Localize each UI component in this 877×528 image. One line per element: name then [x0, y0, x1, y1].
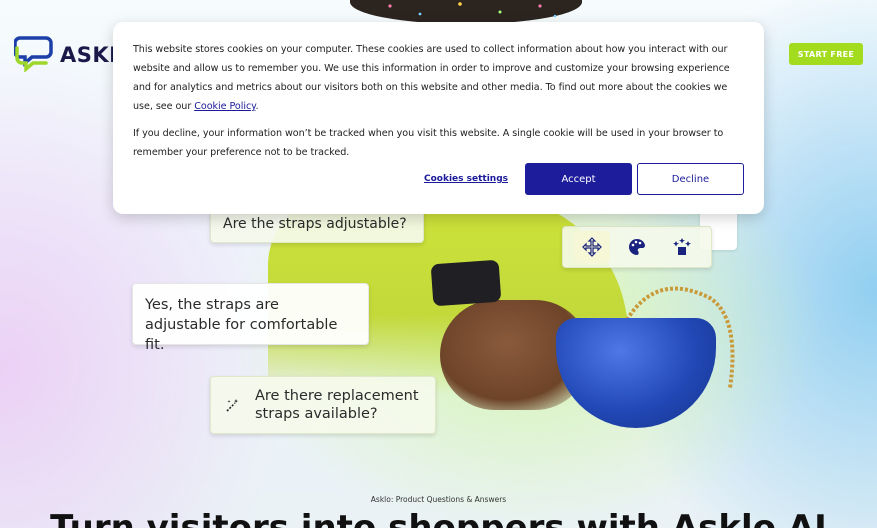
move-icon[interactable] — [573, 231, 610, 263]
suggested-question-line2: straps available? — [255, 406, 378, 422]
cookies-settings-link[interactable]: Cookies settings — [424, 174, 508, 184]
cookie-consent-dialog: This website stores cookies on your comp… — [113, 22, 764, 214]
answer-bubble: Yes, the straps are adjustable for comfo… — [132, 283, 369, 353]
hair-sparkles-decoration — [388, 2, 557, 18]
suggested-question-line1: Are there replacement — [255, 388, 419, 404]
cookie-actions: Cookies settings Accept Decline — [424, 163, 744, 195]
cookie-policy-link[interactable]: Cookie Policy — [194, 101, 255, 112]
cookie-description: This website stores cookies on your comp… — [133, 40, 744, 116]
start-free-button[interactable]: START FREE — [789, 43, 863, 65]
cookie-decline-info: If you decline, your information won’t b… — [133, 128, 724, 158]
suggested-question-bubble: Are there replacement straps available? — [210, 376, 436, 434]
section-subtitle: Asklo: Product Questions & Answers — [370, 495, 507, 504]
editing-tools-panel — [562, 226, 712, 268]
section-headline: Turn visitors into shoppers with Asklo A… — [50, 508, 827, 528]
decline-button[interactable]: Decline — [637, 163, 744, 195]
accept-button[interactable]: Accept — [525, 163, 632, 195]
answer-text-line1: Yes, the straps are — [145, 297, 279, 313]
cookie-text-end: . — [255, 101, 259, 112]
smartphone-image — [430, 259, 502, 307]
answer-text-line2: adjustable for comfortable fit. — [145, 317, 338, 353]
stars-icon[interactable] — [664, 231, 700, 263]
question-text: Are the straps adjustable? — [223, 216, 407, 232]
magic-wand-icon — [225, 397, 241, 417]
chat-bubbles-logo-icon — [13, 34, 54, 76]
palette-icon[interactable] — [619, 231, 655, 263]
